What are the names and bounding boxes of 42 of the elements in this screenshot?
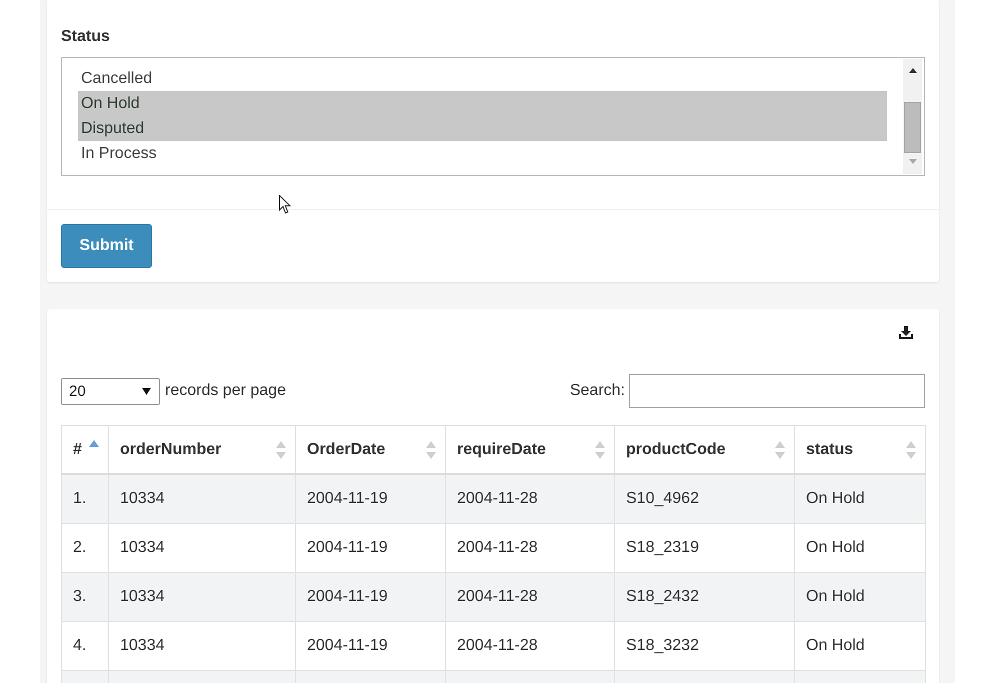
page-size-label: records per page [165,382,286,400]
table-cell: 3. [62,572,108,622]
table-cell: 10334 [108,622,296,670]
scrollbar-thumb[interactable] [904,102,921,153]
listbox-option[interactable]: Cancelled [78,66,887,91]
search-field[interactable] [629,374,925,408]
table-cell: 2004-11-19 [296,524,446,572]
table-cell: S18_3232 [614,622,794,670]
listbox-option[interactable]: On Hold [78,91,887,116]
table-cell: 4. [62,622,108,670]
search-label: Search: [570,382,625,400]
caret-icon [142,388,151,394]
table-cell: 2004-11-19 [296,622,446,670]
scroll-down-icon[interactable] [909,159,917,164]
download-icon[interactable] [899,326,913,339]
status-listbox[interactable]: Cancelled On Hold Disputed In Process [61,57,925,176]
table-cell: 2004-11-19 [296,572,446,622]
field-label: Status [61,27,111,47]
table-cell: 2. [62,524,108,572]
scrollbar[interactable] [903,59,922,174]
scroll-up-icon[interactable] [909,68,917,73]
table-cell: 10334 [108,524,296,572]
table-cell: S18_2319 [614,524,794,572]
table-cell: 2004-11-28 [446,524,614,572]
table-cell: On Hold [794,524,926,572]
table-cell: 2004-11-28 [446,474,614,524]
mouse-pointer-icon [279,195,291,214]
page-size-select[interactable]: 20 [61,378,160,404]
table-cell: On Hold [794,572,926,622]
table-cell: 10334 [108,572,296,622]
table-cell: 2004-11-19 [296,474,446,524]
table-cell: 2004-11-28 [446,572,614,622]
table-cell: 2004-11-28 [446,622,614,670]
listbox-option[interactable]: Disputed [78,116,887,141]
submit-button[interactable]: Submit [61,224,152,268]
table-cell: On Hold [794,622,926,670]
table-cell: S10_4962 [614,474,794,524]
table-cell: On Hold [794,474,926,524]
table-cell: 1. [62,474,108,524]
table-cell: 10334 [108,474,296,524]
table-cell: S18_2432 [614,572,794,622]
listbox-option[interactable]: In Process [78,141,887,166]
